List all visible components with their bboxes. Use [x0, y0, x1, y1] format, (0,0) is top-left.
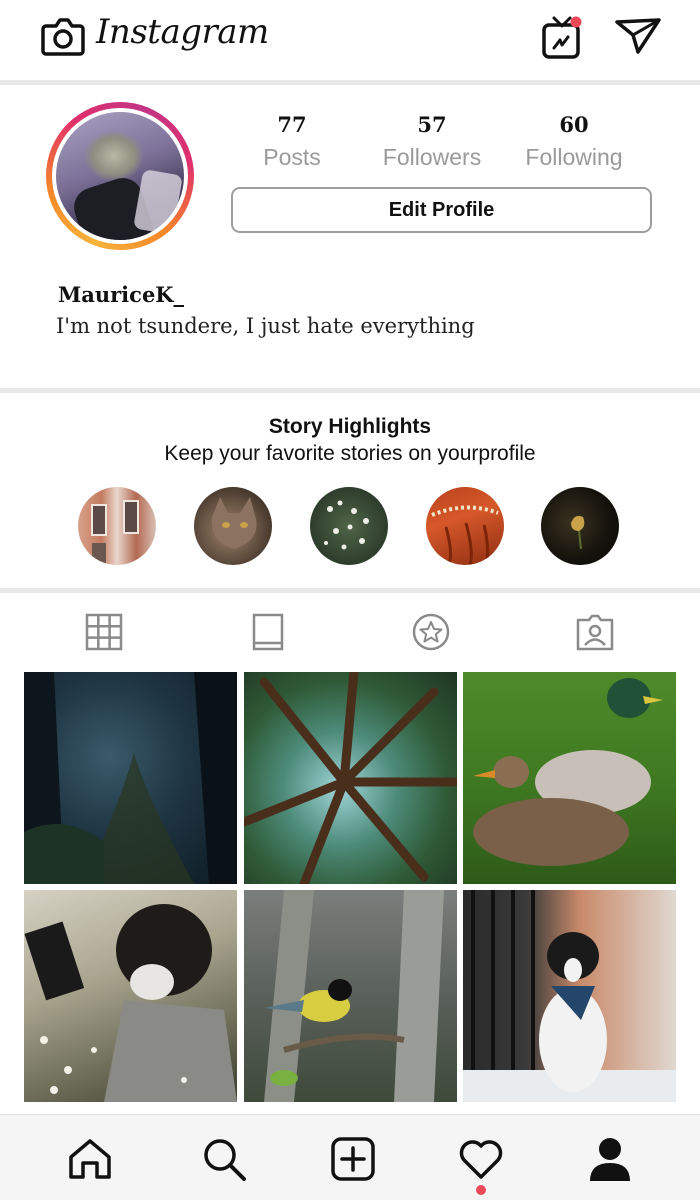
posts-count: 77 — [277, 112, 307, 137]
post-mallard-ducks[interactable] — [463, 672, 676, 884]
camera-icon[interactable] — [40, 16, 86, 58]
igtv-tab-icon[interactable] — [248, 612, 288, 652]
search-icon[interactable] — [200, 1135, 248, 1183]
posts-stat[interactable]: 77 Posts — [222, 108, 362, 171]
activity-notification-dot — [476, 1185, 486, 1195]
post-border-collie[interactable] — [463, 890, 676, 1102]
highlight-dark-flower[interactable] — [541, 487, 619, 565]
following-count: 60 — [559, 112, 589, 137]
saved-star-icon[interactable] — [411, 612, 451, 652]
igtv-icon[interactable] — [540, 14, 584, 60]
followers-count: 57 — [417, 112, 447, 137]
header-divider — [0, 80, 700, 85]
post-tree-canopy[interactable] — [244, 672, 457, 884]
post-dark-forest[interactable] — [24, 672, 237, 884]
tagged-icon[interactable] — [575, 612, 615, 652]
home-icon[interactable] — [66, 1135, 114, 1183]
followers-label: Followers — [382, 144, 482, 170]
highlights-title: Story Highlights — [268, 415, 432, 438]
top-bar: Instagram — [0, 0, 700, 80]
highlight-red-hair[interactable] — [426, 487, 504, 565]
bio: I'm not tsundere, I just hate everything — [56, 314, 475, 338]
followers-stat[interactable]: 57 Followers — [362, 108, 502, 171]
direct-send-icon[interactable] — [614, 16, 662, 56]
instagram-logo: Instagram — [96, 12, 269, 52]
highlights-divider — [0, 588, 700, 593]
avatar[interactable] — [46, 102, 194, 250]
highlight-brick-building[interactable] — [78, 487, 156, 565]
following-label: Following — [525, 144, 623, 170]
post-reading-in-flowers[interactable] — [24, 890, 237, 1102]
username: MauriceK_ — [58, 282, 185, 307]
posts-label: Posts — [263, 144, 321, 170]
highlights-subtitle: Keep your favorite stories on yourprofil… — [164, 442, 536, 465]
grid-icon[interactable] — [84, 612, 124, 652]
avatar-photo — [56, 112, 184, 240]
post-great-tit-bird[interactable] — [244, 890, 457, 1102]
bottom-nav — [0, 1114, 700, 1200]
highlight-cat[interactable] — [194, 487, 272, 565]
activity-heart-icon[interactable] — [457, 1135, 505, 1183]
highlight-white-flowers[interactable] — [310, 487, 388, 565]
profile-divider — [0, 388, 700, 393]
following-stat[interactable]: 60 Following — [504, 108, 644, 171]
edit-profile-button[interactable]: Edit Profile — [231, 187, 652, 233]
new-post-icon[interactable] — [329, 1135, 377, 1183]
profile-icon[interactable] — [586, 1135, 634, 1183]
